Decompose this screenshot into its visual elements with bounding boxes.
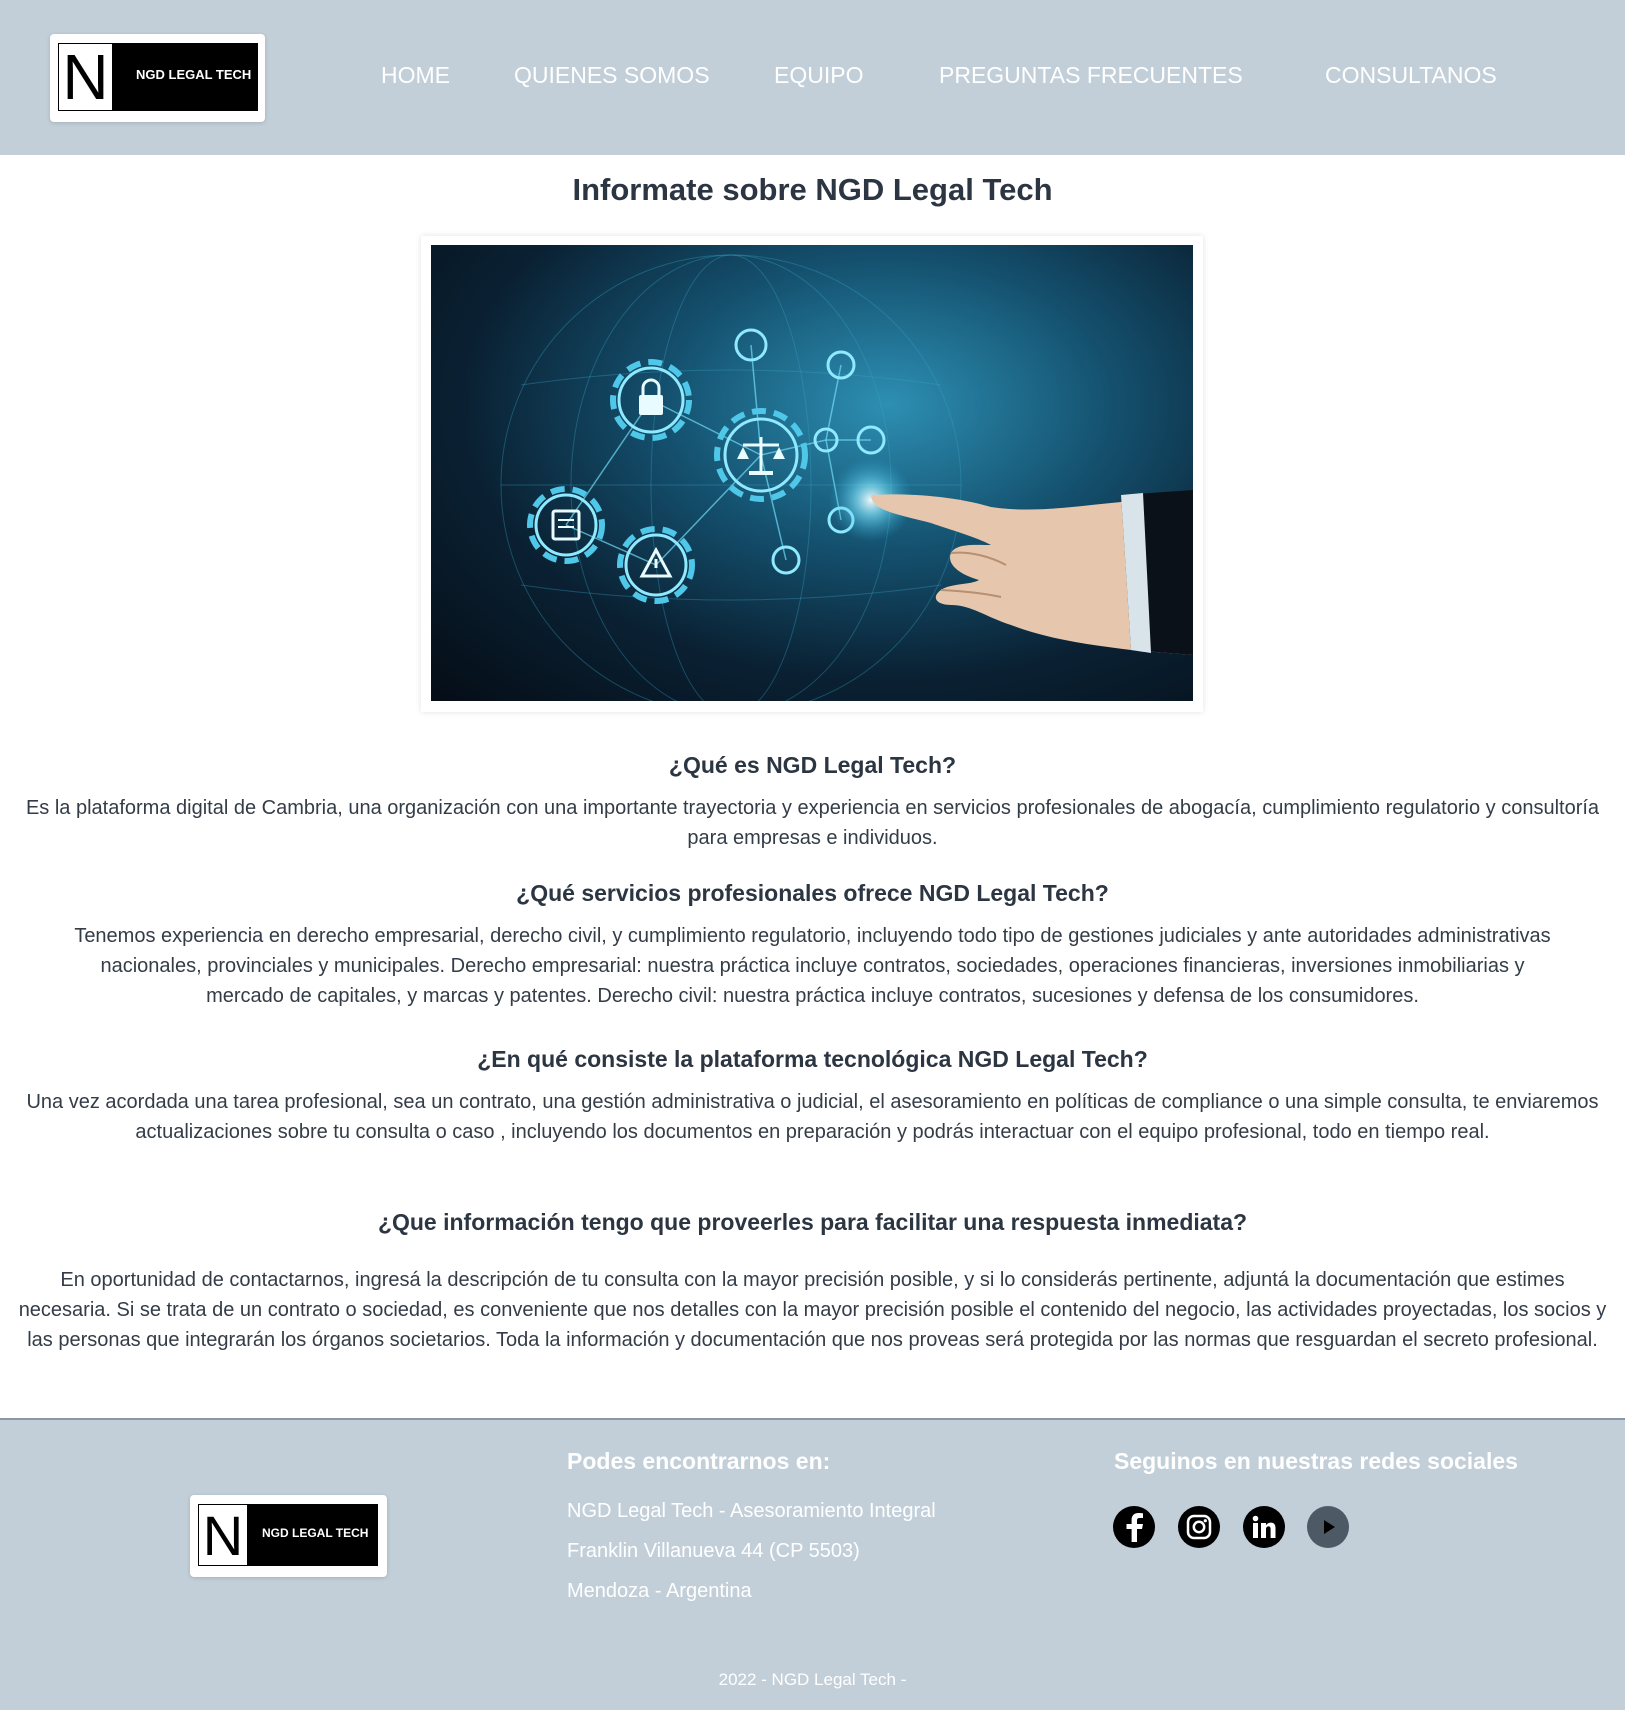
facebook-icon[interactable] [1113, 1506, 1155, 1548]
logo-mark: N NGD LEGAL TECH [198, 1504, 378, 1567]
logo-mark: N NGD LEGAL TECH [58, 41, 258, 113]
faq-answer-2: Tenemos experiencia en derecho empresari… [74, 925, 1551, 1007]
faq-question-2: ¿Qué servicios profesionales ofrece NGD … [516, 880, 1109, 906]
faq-answer-1: Es la plataforma digital de Cambria, una… [25, 797, 1600, 849]
faq-answer-3: Una vez acordada una tarea profesional, … [26, 1091, 1599, 1143]
youtube-play-icon[interactable] [1307, 1506, 1349, 1548]
hero-image-frame [421, 236, 1203, 712]
site-header: N NGD LEGAL TECH HOME QUIENES SOMOS EQUI… [0, 0, 1625, 155]
faq-answer-4: En oportunidad de contactarnos, ingresá … [18, 1269, 1607, 1351]
legal-tech-network-hand-icon [431, 245, 1193, 701]
site-footer: N NGD LEGAL TECH Podes encontrarnos en: … [0, 1418, 1625, 1710]
logo-text: NGD LEGAL TECH [136, 67, 252, 82]
location-heading: Podes encontrarnos en: [567, 1448, 831, 1474]
header-logo[interactable]: N NGD LEGAL TECH [50, 34, 265, 122]
faq-question-4: ¿Que información tengo que proveerles pa… [377, 1209, 1248, 1235]
logo-text: NGD LEGAL TECH [262, 1526, 369, 1540]
linkedin-icon[interactable] [1243, 1506, 1285, 1548]
nav-quienes-somos[interactable]: QUIENES SOMOS [514, 62, 710, 89]
footer-logo[interactable]: N NGD LEGAL TECH [190, 1495, 387, 1577]
logo-letter: N [198, 1504, 248, 1567]
instagram-icon[interactable] [1178, 1506, 1220, 1548]
page-title: Informate sobre NGD Legal Tech [572, 172, 1053, 207]
faq-question-1: ¿Qué es NGD Legal Tech? [668, 752, 957, 778]
location-line-1: NGD Legal Tech - Asesoramiento Integral [567, 1500, 936, 1522]
nav-equipo[interactable]: EQUIPO [774, 62, 863, 89]
logo-letter: N [58, 41, 113, 113]
social-heading: Seguinos en nuestras redes sociales [1114, 1448, 1518, 1474]
nav-consultanos[interactable]: CONSULTANOS [1325, 62, 1497, 89]
copyright: 2022 - NGD Legal Tech - [718, 1670, 907, 1689]
nav-home[interactable]: HOME [381, 62, 450, 89]
location-line-3: Mendoza - Argentina [567, 1580, 752, 1602]
location-line-2: Franklin Villanueva 44 (CP 5503) [567, 1540, 860, 1562]
faq-question-3: ¿En qué consiste la plataforma tecnológi… [477, 1046, 1148, 1072]
nav-preguntas-frecuentes[interactable]: PREGUNTAS FRECUENTES [939, 62, 1243, 89]
